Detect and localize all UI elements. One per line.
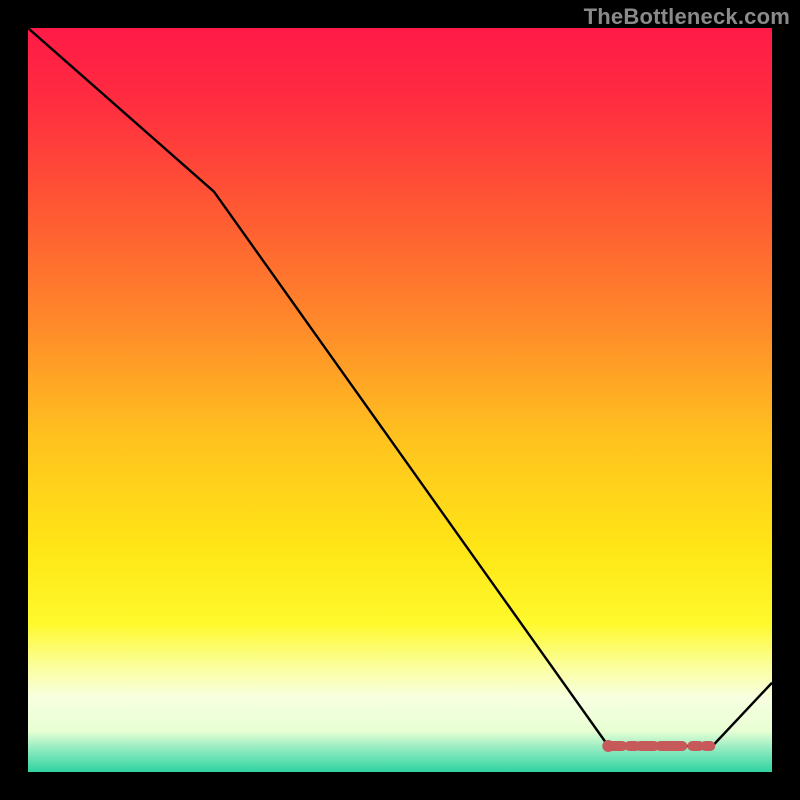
background-gradient bbox=[28, 28, 772, 772]
chart-stage: TheBottleneck.com bbox=[0, 0, 800, 800]
watermark-text: TheBottleneck.com bbox=[584, 4, 790, 30]
chart-svg bbox=[28, 28, 772, 772]
plot-area bbox=[28, 28, 772, 772]
